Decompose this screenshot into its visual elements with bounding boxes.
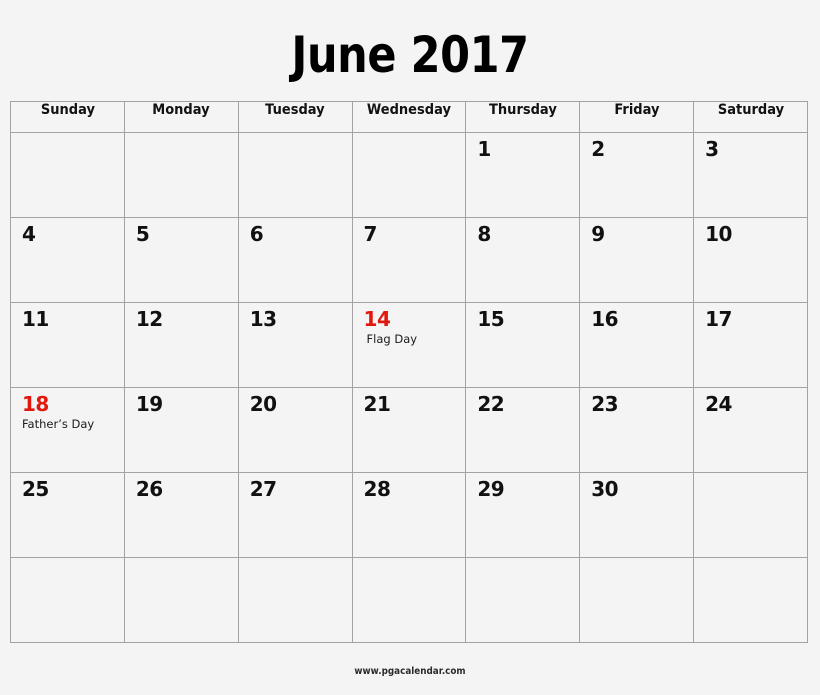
day-cell-13[interactable]: 13	[237, 302, 353, 388]
day-cell-20[interactable]: 20	[237, 387, 353, 473]
day-cell-empty[interactable]	[693, 472, 808, 558]
calendar-body: 1 2 3 4 5 6 7 8 9 10 11 12 13 14 Flag Day 15 16 17 18 Fathe…	[10, 132, 808, 643]
day-number: 20	[249, 392, 277, 416]
day-number: 23	[591, 392, 619, 416]
day-number: 17	[705, 307, 732, 331]
calendar-header-row: Sunday Monday Tuesday Wednesday Thursday…	[11, 101, 808, 133]
day-cell-17[interactable]: 17	[693, 302, 808, 388]
day-number: 16	[591, 307, 619, 331]
weekday-label: Monday	[152, 102, 210, 118]
day-cell-25[interactable]: 25	[10, 472, 125, 558]
day-cell-7[interactable]: 7	[351, 217, 467, 303]
day-cell-18[interactable]: 18 Father’s Day	[10, 387, 125, 473]
day-cell-26[interactable]: 26	[123, 472, 239, 558]
day-event-label: Father’s Day	[22, 417, 95, 431]
day-cell-4[interactable]: 4	[10, 217, 125, 303]
day-number: 11	[22, 307, 49, 331]
day-number: 24	[705, 392, 732, 416]
day-cell-24[interactable]: 24	[693, 387, 808, 473]
day-number: 13	[249, 307, 277, 331]
day-cell-19[interactable]: 19	[123, 387, 239, 473]
day-cell-5[interactable]: 5	[123, 217, 239, 303]
day-cell-27[interactable]: 27	[237, 472, 353, 558]
day-cell-empty[interactable]	[693, 557, 808, 643]
day-cell-10[interactable]: 10	[693, 217, 808, 303]
weekday-header-friday: Friday	[583, 101, 691, 133]
day-cell-empty[interactable]	[237, 132, 353, 218]
day-cell-11[interactable]: 11	[10, 302, 125, 388]
day-number: 22	[477, 392, 505, 416]
calendar-week-row	[10, 557, 808, 643]
day-number: 18	[22, 392, 49, 416]
weekday-label: Friday	[614, 102, 660, 118]
calendar-week-row: 25 26 27 28 29 30	[10, 472, 808, 558]
day-number: 30	[591, 477, 619, 501]
day-number: 2	[591, 137, 605, 161]
day-cell-empty[interactable]	[465, 557, 581, 643]
day-cell-15[interactable]: 15	[465, 302, 581, 388]
day-number: 27	[249, 477, 277, 501]
day-cell-empty[interactable]	[10, 557, 125, 643]
day-number: 12	[135, 307, 163, 331]
day-number: 19	[135, 392, 163, 416]
weekday-label: Saturday	[717, 102, 784, 118]
day-cell-16[interactable]: 16	[579, 302, 695, 388]
weekday-label: Thursday	[488, 102, 557, 118]
weekday-header-monday: Monday	[127, 101, 235, 133]
day-cell-3[interactable]: 3	[693, 132, 808, 218]
day-number: 26	[135, 477, 163, 501]
day-cell-21[interactable]: 21	[351, 387, 467, 473]
day-cell-empty[interactable]	[123, 132, 239, 218]
day-event-label: Flag Day	[366, 332, 418, 346]
footer-credit: www.pgacalendar.com	[354, 666, 466, 677]
calendar-week-row: 11 12 13 14 Flag Day 15 16 17	[10, 302, 808, 388]
page-title: June 2017	[291, 26, 529, 84]
day-cell-empty[interactable]	[123, 557, 239, 643]
weekday-header-sunday: Sunday	[14, 101, 121, 133]
day-cell-8[interactable]: 8	[465, 217, 581, 303]
calendar-grid: Sunday Monday Tuesday Wednesday Thursday…	[10, 101, 808, 643]
day-cell-23[interactable]: 23	[579, 387, 695, 473]
day-number: 14	[363, 307, 391, 331]
day-cell-empty[interactable]	[351, 132, 467, 218]
day-cell-empty[interactable]	[237, 557, 353, 643]
day-number: 29	[477, 477, 505, 501]
day-cell-22[interactable]: 22	[465, 387, 581, 473]
day-cell-9[interactable]: 9	[579, 217, 695, 303]
day-cell-empty[interactable]	[351, 557, 467, 643]
weekday-header-thursday: Thursday	[469, 101, 577, 133]
day-cell-2[interactable]: 2	[579, 132, 695, 218]
day-number: 5	[135, 222, 150, 246]
weekday-label: Sunday	[40, 102, 95, 118]
day-number: 9	[591, 222, 605, 246]
day-cell-29[interactable]: 29	[465, 472, 581, 558]
day-cell-empty[interactable]	[10, 132, 125, 218]
day-cell-14[interactable]: 14 Flag Day	[351, 302, 467, 388]
day-number: 4	[22, 222, 36, 246]
weekday-label: Wednesday	[366, 102, 451, 118]
day-cell-30[interactable]: 30	[579, 472, 695, 558]
day-number: 21	[363, 392, 391, 416]
day-number: 3	[705, 137, 719, 161]
day-cell-1[interactable]: 1	[465, 132, 581, 218]
calendar-week-row: 4 5 6 7 8 9 10	[10, 217, 808, 303]
day-number: 28	[363, 477, 391, 501]
day-cell-12[interactable]: 12	[123, 302, 239, 388]
day-number: 1	[477, 137, 491, 161]
weekday-header-tuesday: Tuesday	[241, 101, 349, 133]
day-number: 8	[477, 222, 491, 246]
day-cell-empty[interactable]	[579, 557, 695, 643]
calendar-week-row: 18 Father’s Day 19 20 21 22 23 24	[10, 387, 808, 473]
day-cell-6[interactable]: 6	[237, 217, 353, 303]
calendar-week-row: 1 2 3	[10, 132, 808, 218]
day-number: 7	[363, 222, 378, 246]
day-number: 25	[22, 477, 49, 501]
day-number: 15	[477, 307, 505, 331]
weekday-label: Tuesday	[265, 102, 325, 118]
day-cell-28[interactable]: 28	[351, 472, 467, 558]
weekday-header-saturday: Saturday	[697, 101, 804, 133]
weekday-header-wednesday: Wednesday	[355, 101, 463, 133]
day-number: 10	[705, 222, 732, 246]
day-number: 6	[249, 222, 264, 246]
